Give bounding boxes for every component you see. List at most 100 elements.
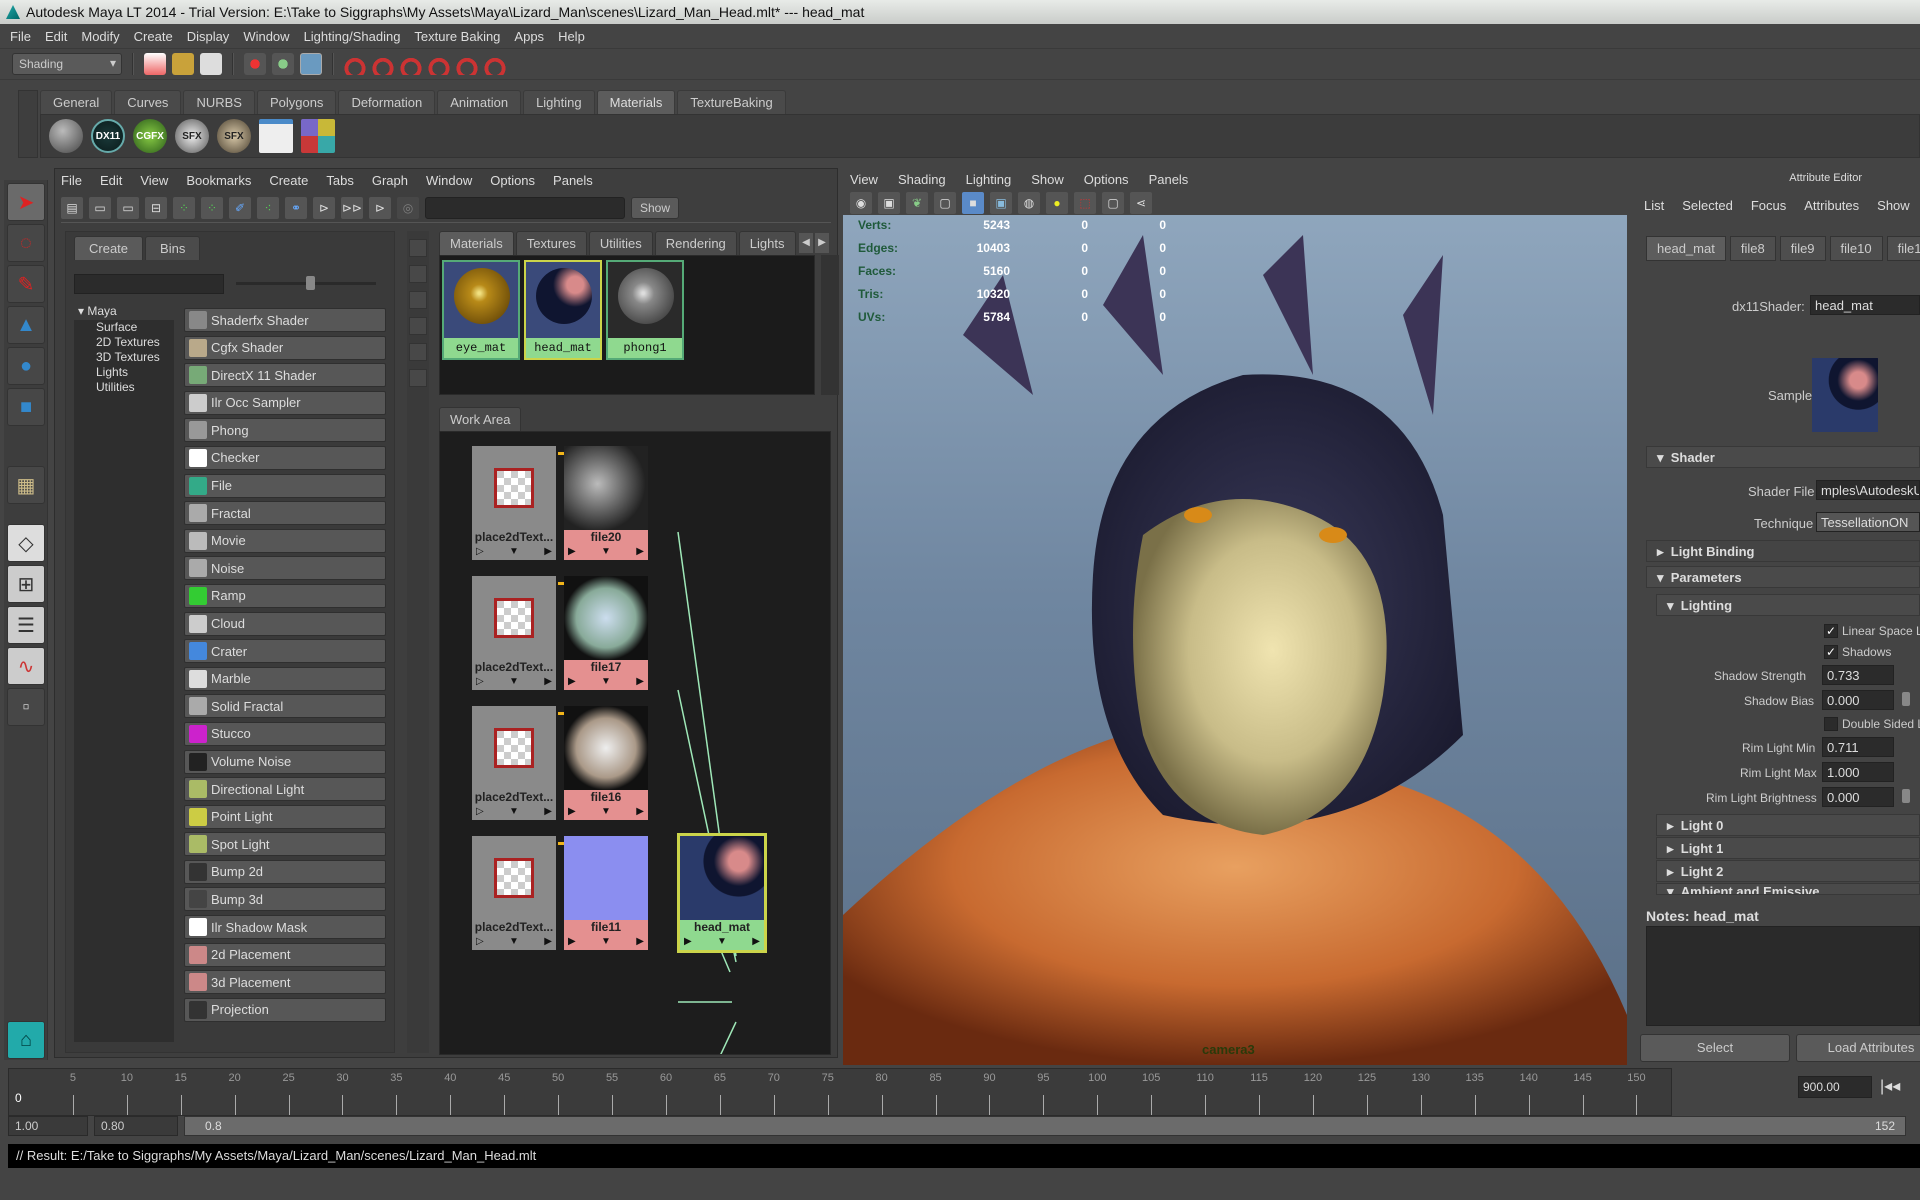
node-ports[interactable]: ▶ ▼ ▶ — [680, 936, 764, 950]
hs-menu-edit[interactable]: Edit — [100, 173, 122, 188]
create-item[interactable]: Point Light — [184, 804, 386, 829]
graph-editor-layout-icon[interactable]: ∿ — [7, 647, 45, 685]
node-ports[interactable]: ▶ ▼ ▶ — [564, 936, 648, 950]
output-connections-icon[interactable]: ⊳ — [369, 196, 391, 219]
create-item[interactable]: Noise — [184, 556, 386, 581]
double-sided-checkbox[interactable] — [1824, 717, 1838, 731]
file-texture-node[interactable]: file16 ▶ ▼ ▶ — [564, 706, 648, 820]
shadow-strength-field[interactable]: 0.733 — [1822, 665, 1894, 685]
strip-button[interactable] — [409, 291, 427, 309]
ae-tab-file10[interactable]: file10 — [1829, 236, 1883, 261]
graph-input-output-icon[interactable]: ⁘ — [173, 196, 195, 219]
create-item[interactable]: Bump 2d — [184, 859, 386, 884]
strip-button[interactable] — [409, 317, 427, 335]
section-lighting[interactable]: ▾ Lighting — [1656, 594, 1920, 616]
shadow-bias-field[interactable]: 0.000 — [1822, 690, 1894, 710]
material-swatch-phong1[interactable]: phong1 — [606, 260, 684, 360]
place2d-texture-node[interactable]: place2dText... ▷ ▼ ▶ — [472, 836, 556, 950]
tab-scroll-right-icon[interactable]: ▶ — [815, 233, 829, 253]
show-button[interactable]: Show — [631, 196, 680, 219]
vp-menu-view[interactable]: View — [850, 172, 878, 187]
create-item[interactable]: Crater — [184, 639, 386, 664]
shelf-tab-general[interactable]: General — [40, 90, 113, 114]
shadow-bias-slider[interactable] — [1902, 692, 1910, 706]
cgfx-shader-icon[interactable]: CGFX — [133, 119, 167, 153]
hypershade-icon[interactable] — [259, 119, 293, 153]
top-bottom-tabs-icon[interactable]: ⊟ — [145, 196, 167, 219]
notes-field[interactable] — [1646, 926, 1920, 1026]
command-result-line[interactable]: // Result: E:/Take to Siggraphs/My Asset… — [8, 1144, 1920, 1168]
menu-window[interactable]: Window — [243, 29, 289, 44]
outliner-layout-icon[interactable]: ☰ — [7, 606, 45, 644]
move-tool-icon[interactable]: ▲ — [7, 306, 45, 344]
wireframe-icon[interactable]: ▢ — [934, 192, 956, 214]
create-item[interactable]: Ilr Occ Sampler — [184, 390, 386, 415]
linear-space-checkbox[interactable]: ✓ — [1824, 624, 1838, 638]
node-ports[interactable]: ▷ ▼ ▶ — [472, 936, 556, 950]
tab-textures[interactable]: Textures — [515, 231, 587, 255]
input-connections-icon[interactable]: ⊳ — [313, 196, 335, 219]
camera-icon[interactable]: ◉ — [850, 192, 872, 214]
menu-lighting-shading[interactable]: Lighting/Shading — [304, 29, 401, 44]
file-texture-node[interactable]: file17 ▶ ▼ ▶ — [564, 576, 648, 690]
menu-apps[interactable]: Apps — [514, 29, 544, 44]
menu-set-dropdown[interactable]: Shading — [12, 53, 122, 75]
start-time-field[interactable]: 1.00 — [8, 1116, 88, 1136]
tab-materials[interactable]: Materials — [439, 231, 514, 255]
ae-tab-file8[interactable]: file8 — [1729, 236, 1776, 261]
section-light-1[interactable]: ▸ Light 1 — [1656, 837, 1920, 859]
menu-create[interactable]: Create — [134, 29, 173, 44]
file-texture-node[interactable]: file11 ▶ ▼ ▶ — [564, 836, 648, 950]
materials-scrollbar[interactable] — [821, 255, 839, 395]
snap-view-plane-icon[interactable] — [428, 53, 450, 75]
shaderfx-alt-icon[interactable]: SFX — [217, 119, 251, 153]
create-item[interactable]: Volume Noise — [184, 749, 386, 774]
input-output-connections-icon[interactable]: ⊳⊳ — [341, 196, 363, 219]
tree-item-utilities[interactable]: Utilities — [74, 380, 174, 395]
menu-texture-baking[interactable]: Texture Baking — [414, 29, 500, 44]
place2d-texture-node[interactable]: place2dText... ▷ ▼ ▶ — [472, 576, 556, 690]
material-swatch-head-mat[interactable]: head_mat — [524, 260, 602, 360]
rim-light-min-field[interactable]: 0.711 — [1822, 737, 1894, 757]
ae-menu-focus[interactable]: Focus — [1751, 198, 1786, 213]
viewport-3d[interactable] — [843, 215, 1627, 1065]
paint-select-tool-icon[interactable]: ✎ — [7, 265, 45, 303]
node-ports[interactable]: ▷ ▼ ▶ — [472, 546, 556, 560]
textured-icon[interactable]: ◍ — [1018, 192, 1040, 214]
ae-menu-selected[interactable]: Selected — [1682, 198, 1733, 213]
ae-menu-list[interactable]: List — [1644, 198, 1664, 213]
create-item[interactable]: 2d Placement — [184, 942, 386, 967]
tab-rendering[interactable]: Rendering — [654, 231, 737, 255]
menu-display[interactable]: Display — [187, 29, 230, 44]
technique-dropdown[interactable]: TessellationON — [1816, 512, 1920, 532]
select-component-icon[interactable] — [300, 53, 322, 75]
node-ports[interactable]: ▷ ▼ ▶ — [472, 806, 556, 820]
menu-modify[interactable]: Modify — [81, 29, 119, 44]
node-ports[interactable]: ▶ ▼ ▶ — [564, 546, 648, 560]
load-attributes-button[interactable]: Load Attributes — [1796, 1034, 1920, 1062]
place2d-texture-node[interactable]: place2dText... ▷ ▼ ▶ — [472, 446, 556, 560]
create-item[interactable]: Spot Light — [184, 832, 386, 857]
create-item[interactable]: Directional Light — [184, 777, 386, 802]
strip-button[interactable] — [409, 369, 427, 387]
hs-menu-file[interactable]: File — [61, 173, 82, 188]
isolate-select-icon[interactable]: ⬚ — [1074, 192, 1096, 214]
ae-menu-show[interactable]: Show — [1877, 198, 1910, 213]
section-light-0[interactable]: ▸ Light 0 — [1656, 814, 1920, 836]
strip-button[interactable] — [409, 239, 427, 257]
smooth-shade-icon[interactable]: ■ — [962, 192, 984, 214]
rearrange-graph-icon[interactable]: ⁖ — [257, 196, 279, 219]
node-ports[interactable]: ▶ ▼ ▶ — [564, 806, 648, 820]
create-item[interactable]: Stucco — [184, 721, 386, 746]
place2d-texture-node[interactable]: place2dText... ▷ ▼ ▶ — [472, 706, 556, 820]
tree-item-surface[interactable]: Surface — [74, 320, 174, 335]
shelf-tab-nurbs[interactable]: NURBS — [183, 90, 255, 114]
hs-menu-bookmarks[interactable]: Bookmarks — [186, 173, 251, 188]
vp-menu-lighting[interactable]: Lighting — [966, 172, 1012, 187]
ae-tab-head-mat[interactable]: head_mat — [1646, 236, 1726, 261]
shelf-tab-lighting[interactable]: Lighting — [523, 90, 595, 114]
ae-menu-attributes[interactable]: Attributes — [1804, 198, 1859, 213]
select-tool-icon[interactable]: ➤ — [7, 183, 45, 221]
dx11-shader-icon[interactable]: DX11 — [91, 119, 125, 153]
create-item[interactable]: Solid Fractal — [184, 694, 386, 719]
